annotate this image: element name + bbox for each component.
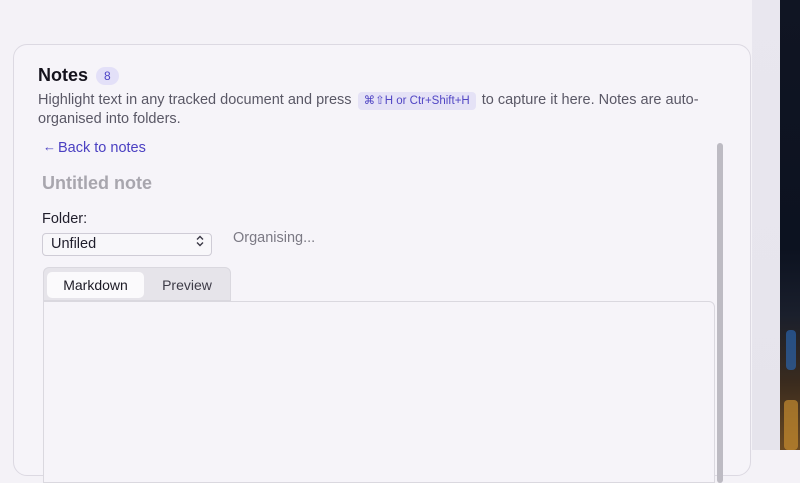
organising-status: Organising...: [233, 230, 316, 246]
background-glow: [786, 330, 796, 370]
markdown-editor[interactable]: [43, 301, 715, 483]
folder-select-value: Unfiled: [51, 236, 97, 252]
tab-markdown[interactable]: Markdown: [47, 272, 144, 298]
page-title: Notes: [38, 65, 89, 85]
arrow-left-icon: ←: [43, 138, 56, 154]
scrollbar[interactable]: [717, 143, 723, 483]
back-to-notes-link[interactable]: ← Back to notes: [43, 138, 146, 157]
editor-tabs: Markdown Preview: [43, 267, 231, 301]
tab-preview[interactable]: Preview: [148, 272, 226, 298]
folder-select[interactable]: Unfiled: [42, 233, 212, 256]
background-glow: [784, 400, 798, 450]
notes-description: Highlight text in any tracked document a…: [38, 91, 728, 128]
chevron-up-down-icon: [195, 234, 205, 255]
background-window-edge: [780, 0, 800, 450]
notes-card: Notes 8 Highlight text in any tracked do…: [13, 44, 751, 483]
description-text: Highlight text in any tracked document a…: [38, 92, 352, 108]
folder-label: Folder:: [42, 211, 88, 227]
notes-header: Notes 8: [38, 65, 119, 86]
back-link-label: Back to notes: [58, 140, 146, 156]
note-title-input[interactable]: Untitled note: [42, 173, 152, 194]
shortcut-badge: ⌘⇧H or Ctr+Shift+H: [357, 92, 476, 110]
notes-count-badge: 8: [96, 66, 119, 85]
